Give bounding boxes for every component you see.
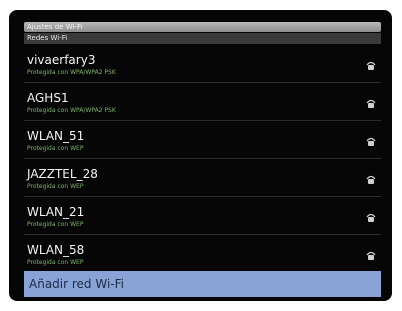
network-item-jazztel28[interactable]: JAZZTEL_28 Protegida con WEP <box>24 159 381 197</box>
network-item-wlan58[interactable]: WLAN_58 Protegida con WEP <box>24 235 381 273</box>
device-frame: Ajustes de Wi-Fi Redes Wi-Fi vivaerfary3… <box>0 0 402 311</box>
wifi-lock-icon <box>366 251 376 260</box>
network-item-aghs1[interactable]: AGHS1 Protegida con WPA/WPA2 PSK <box>24 83 381 121</box>
section-header: Redes Wi-Fi <box>24 33 381 44</box>
network-security: Protegida con WEP <box>27 145 84 152</box>
network-name: WLAN_21 <box>27 205 85 219</box>
network-item-wlan21[interactable]: WLAN_21 Protegida con WEP <box>24 197 381 235</box>
network-item-wlan51[interactable]: WLAN_51 Protegida con WEP <box>24 121 381 159</box>
network-name: WLAN_51 <box>27 129 85 143</box>
add-network-button[interactable]: Añadir red Wi-Fi <box>24 271 381 297</box>
network-security: Protegida con WEP <box>27 259 84 266</box>
wifi-lock-icon <box>366 99 376 108</box>
network-security: Protegida con WPA/WPA2 PSK <box>27 69 116 76</box>
network-name: JAZZTEL_28 <box>27 167 98 181</box>
network-name: vivaerfary3 <box>27 53 96 67</box>
network-name: WLAN_58 <box>27 243 85 257</box>
wifi-lock-icon <box>366 175 376 184</box>
network-security: Protegida con WPA/WPA2 PSK <box>27 107 116 114</box>
network-security: Protegida con WEP <box>27 183 84 190</box>
wifi-lock-icon <box>366 213 376 222</box>
add-network-label: Añadir red Wi-Fi <box>29 277 124 291</box>
page-title: Ajustes de Wi-Fi <box>27 23 83 31</box>
wifi-lock-icon <box>366 61 376 70</box>
network-security: Protegida con WEP <box>27 221 84 228</box>
section-label: Redes Wi-Fi <box>27 34 68 42</box>
title-bar: Ajustes de Wi-Fi <box>24 22 381 32</box>
network-name: AGHS1 <box>27 91 69 105</box>
network-list: vivaerfary3 Protegida con WPA/WPA2 PSK A… <box>24 45 381 273</box>
network-item-vivaerfary3[interactable]: vivaerfary3 Protegida con WPA/WPA2 PSK <box>24 45 381 83</box>
screen: Ajustes de Wi-Fi Redes Wi-Fi vivaerfary3… <box>9 10 392 301</box>
wifi-lock-icon <box>366 137 376 146</box>
